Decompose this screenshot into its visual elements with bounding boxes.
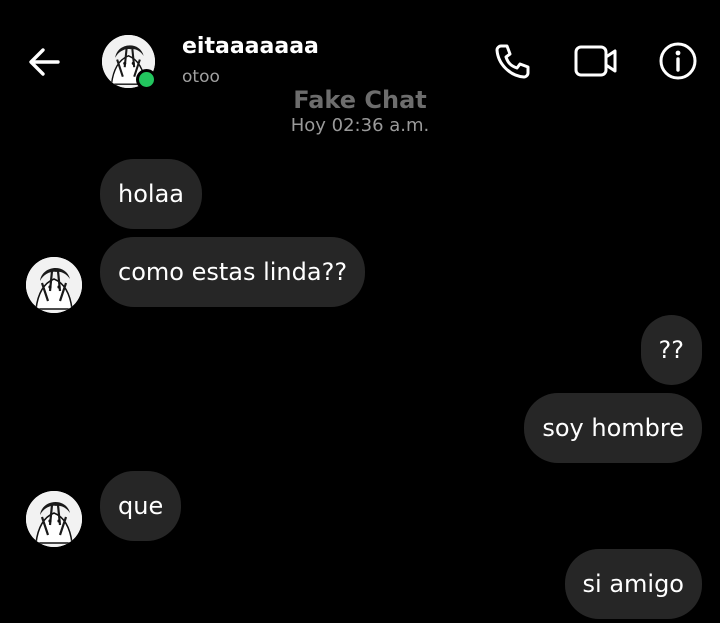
message-text: como estas linda?? [118,258,348,286]
message-bubble-received[interactable]: como estas linda?? [100,237,366,307]
chat-header: eitaaaaaaa otoo [0,0,720,96]
anime-avatar-image [26,257,82,313]
message-text: ?? [658,336,684,364]
message-bubble-sent[interactable]: ?? [640,315,702,385]
message-text: soy hombre [542,414,684,442]
watermark-title: Fake Chat [293,86,427,114]
message-text: holaa [118,180,184,208]
contact-status: otoo [182,67,220,87]
sender-avatar[interactable] [26,257,82,313]
video-call-button[interactable] [574,40,617,82]
message-text: que [118,492,164,520]
message-bubble-sent[interactable]: si amigo [564,549,702,619]
contact-name[interactable]: eitaaaaaaa [182,34,319,59]
message-bubble-received[interactable]: que [100,471,182,541]
info-button[interactable] [657,40,699,82]
chat-timestamp: Hoy 02:36 a.m. [290,115,430,136]
message-text: si amigo [582,570,684,598]
info-icon [659,42,697,80]
call-button[interactable] [491,40,533,82]
message-bubble-sent[interactable]: soy hombre [524,393,702,463]
message-bubble-received[interactable]: holaa [100,159,202,229]
back-button[interactable] [24,42,64,82]
phone-icon [495,44,530,79]
back-arrow-icon [29,48,60,76]
sender-avatar[interactable] [26,491,82,547]
video-camera-icon [574,45,617,77]
anime-avatar-image [26,491,82,547]
